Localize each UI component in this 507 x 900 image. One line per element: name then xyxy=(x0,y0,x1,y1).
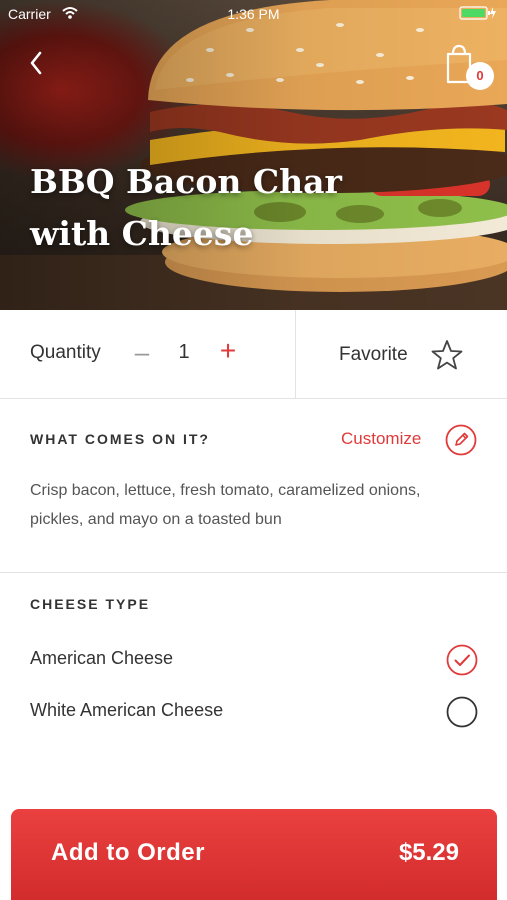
checkmark-circle-icon[interactable] xyxy=(446,644,478,676)
add-to-order-label: Add to Order xyxy=(51,839,205,866)
battery-icon xyxy=(459,6,496,20)
ingredients-heading: WHAT COMES ON IT? xyxy=(30,431,210,447)
favorite-button[interactable]: Favorite xyxy=(296,310,507,398)
cart-count-badge: 0 xyxy=(466,62,494,90)
star-icon[interactable] xyxy=(430,338,464,372)
favorite-label: Favorite xyxy=(339,344,408,365)
order-price: $5.29 xyxy=(398,839,459,866)
ingredients-section: WHAT COMES ON IT? Customize Crisp bacon,… xyxy=(0,399,507,573)
decrement-button[interactable]: – xyxy=(130,338,154,366)
back-chevron-icon[interactable] xyxy=(22,48,52,78)
increment-button[interactable]: + xyxy=(214,336,242,366)
hero-overlay xyxy=(0,0,507,310)
quantity-label: Quantity xyxy=(30,342,101,363)
radio-empty-icon[interactable] xyxy=(446,696,478,728)
quantity-favorite-row: Quantity – 1 + Favorite xyxy=(0,310,507,399)
pencil-icon[interactable] xyxy=(445,424,477,456)
cheese-option-label: American Cheese xyxy=(30,648,174,668)
cheese-option-white-american[interactable]: White American Cheese xyxy=(0,692,507,732)
item-title: BBQ Bacon Char with Cheese xyxy=(30,162,342,253)
hero-image: Carrier 1:36 PM 0 BBQ Bacon Char with Ch… xyxy=(0,0,507,310)
cheese-option-label: White American Cheese xyxy=(30,700,224,720)
quantity-value: 1 xyxy=(178,341,190,363)
cheese-option-american[interactable]: American Cheese xyxy=(0,640,507,680)
cheese-type-heading: CHEESE TYPE xyxy=(30,596,151,612)
status-time: 1:36 PM xyxy=(227,6,280,22)
add-to-order-button[interactable]: Add to Order $5.29 xyxy=(11,809,497,900)
customize-link[interactable]: Customize xyxy=(341,429,421,449)
status-bar: Carrier 1:36 PM xyxy=(0,0,507,28)
quantity-stepper: Quantity – 1 + xyxy=(0,310,296,398)
ingredients-description: Crisp bacon, lettuce, fresh tomato, cara… xyxy=(30,482,421,528)
